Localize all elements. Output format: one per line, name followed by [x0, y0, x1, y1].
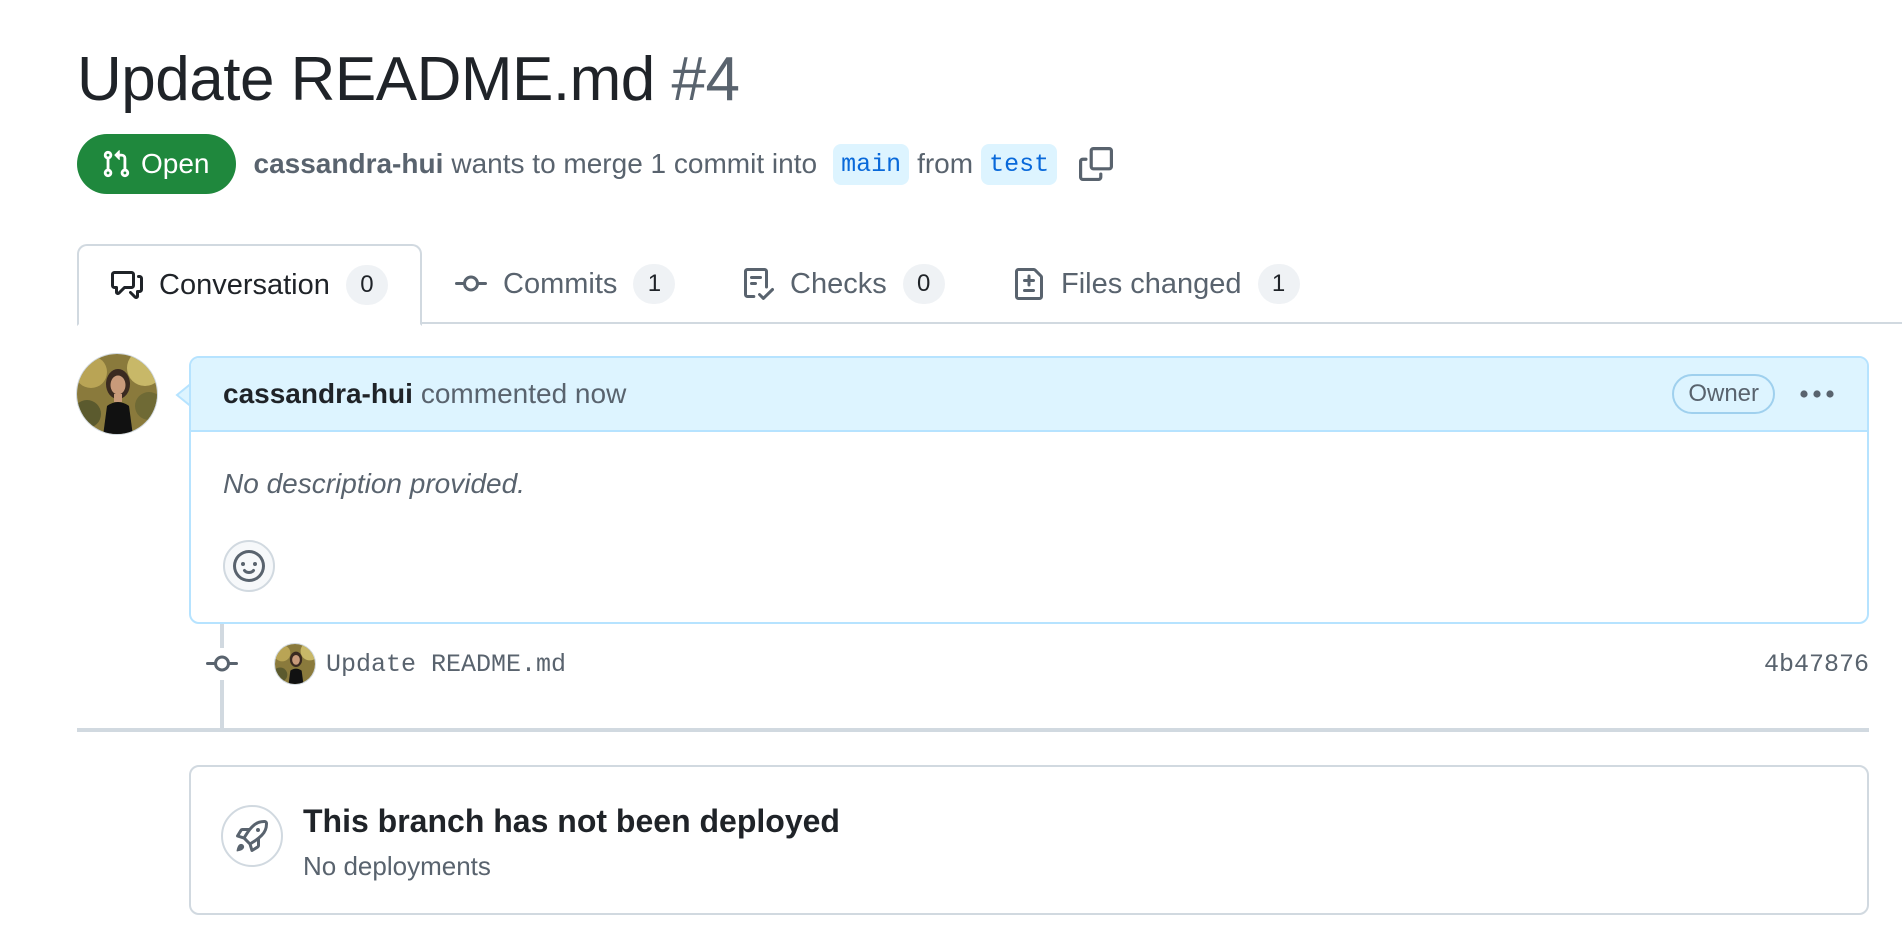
commit-node [206, 648, 238, 680]
checklist-icon [744, 268, 774, 300]
file-diff-icon [1015, 268, 1043, 300]
tab-conversation[interactable]: Conversation 0 [77, 244, 422, 326]
author-link[interactable]: cassandra-hui [254, 148, 444, 180]
pr-title-text: Update README.md [77, 45, 655, 114]
base-branch-link[interactable]: main [833, 143, 910, 185]
state-badge-open: Open [77, 134, 236, 194]
pr-title: Update README.md #4 [77, 40, 740, 120]
rocket-icon-wrapper [221, 805, 283, 867]
state-label: Open [141, 148, 210, 179]
owner-badge: Owner [1672, 374, 1775, 414]
git-pull-request-icon [103, 150, 130, 178]
tab-checks-count: 0 [902, 264, 945, 304]
deployment-status-box: This branch has not been deployed No dep… [189, 765, 1869, 915]
pr-description-comment: cassandra-hui commented now Owner No des… [189, 356, 1869, 624]
smiley-icon [233, 550, 265, 582]
pr-meta: cassandra-hui wants to merge 1 commit in… [254, 143, 1066, 185]
tab-commits-count: 1 [633, 264, 676, 304]
git-commit-icon [206, 655, 238, 672]
comment-author-link[interactable]: cassandra-hui [223, 378, 413, 410]
git-commit-icon [455, 275, 487, 292]
commit-message-link[interactable]: Update README.md [326, 650, 566, 679]
tab-commits[interactable]: Commits 1 [455, 244, 676, 324]
comment-discussion-icon [111, 271, 143, 299]
pr-tabs: Conversation 0 Commits 1 Checks 0 Files … [77, 244, 1902, 326]
avatar-image [77, 354, 157, 434]
deployment-title: This branch has not been deployed [303, 803, 840, 839]
tab-conversation-count: 0 [345, 265, 388, 305]
pr-status-row: Open cassandra-hui wants to merge 1 comm… [77, 134, 1115, 194]
tab-files-changed[interactable]: Files changed 1 [1013, 244, 1300, 324]
commit-author-avatar[interactable] [274, 643, 316, 685]
timeline-commit-item: Update README.md 4b47876 [206, 642, 1869, 686]
rocket-icon [236, 820, 268, 852]
merge-action-text: wants to merge 1 commit into [451, 148, 818, 179]
timeline-divider [77, 728, 1869, 732]
add-reaction-button[interactable] [223, 540, 275, 592]
pr-number: #4 [671, 45, 740, 114]
comment-header: cassandra-hui commented now Owner [191, 358, 1867, 432]
copy-icon [1079, 147, 1114, 181]
tab-conversation-label: Conversation [159, 268, 330, 301]
tab-checks-label: Checks [790, 267, 887, 300]
kebab-horizontal-icon [1800, 390, 1834, 398]
from-text: from [917, 148, 974, 179]
head-branch-link[interactable]: test [981, 143, 1058, 185]
commit-sha-link[interactable]: 4b47876 [1764, 650, 1869, 679]
comment-timestamp[interactable]: commented now [421, 378, 626, 410]
comment-options-button[interactable] [1797, 379, 1837, 409]
comment-body: No description provided. [223, 468, 525, 499]
tab-files-changed-label: Files changed [1061, 267, 1242, 300]
tab-commits-label: Commits [503, 267, 618, 300]
tab-files-changed-count: 1 [1257, 264, 1300, 304]
tab-checks[interactable]: Checks 0 [742, 244, 945, 324]
copy-branch-button[interactable] [1077, 145, 1115, 183]
avatar-image [275, 644, 315, 684]
deployment-subtitle: No deployments [303, 851, 491, 881]
comment-author-avatar[interactable] [76, 353, 158, 435]
